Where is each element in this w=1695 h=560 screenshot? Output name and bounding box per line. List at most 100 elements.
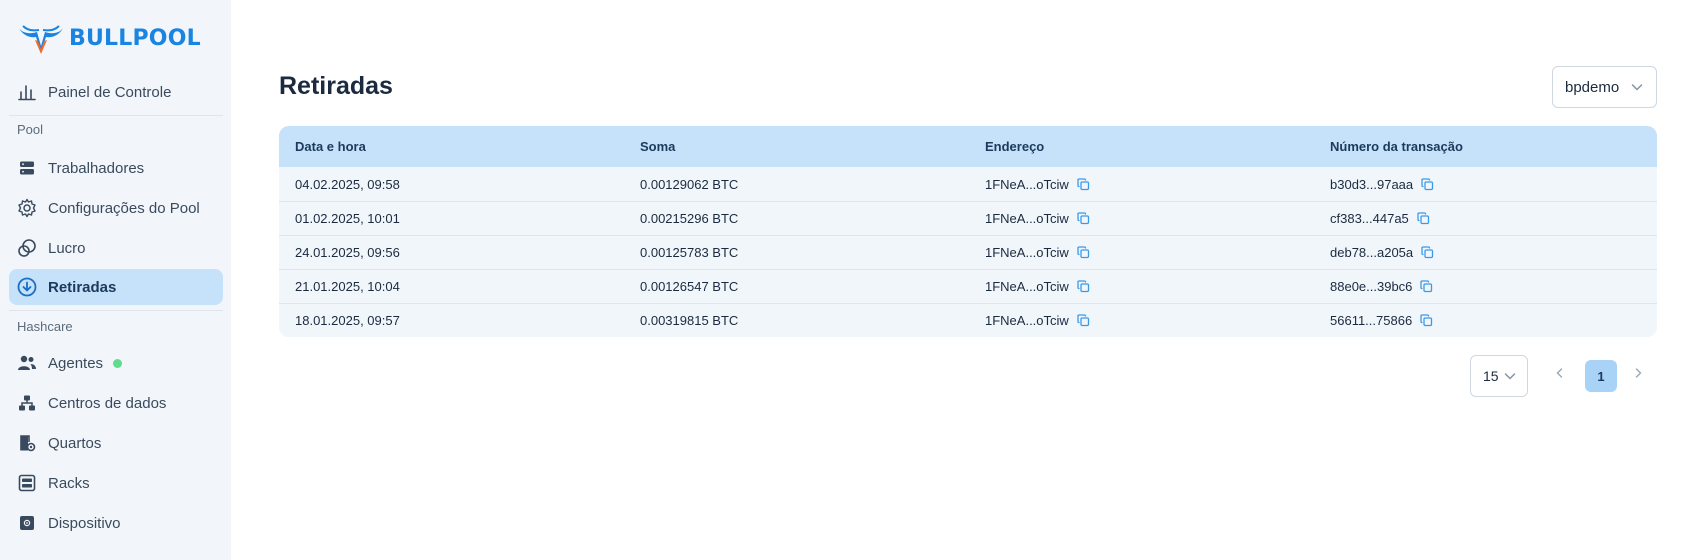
copy-tx-icon[interactable] [1421, 246, 1434, 259]
sidebar-item-label: Agentes [48, 354, 104, 372]
section-label-pool: Pool [17, 122, 44, 137]
table-row: 21.01.2025, 10:04 0.00126547 BTC 1FNeA..… [279, 269, 1657, 303]
cell-address: 1FNeA...oTciw [969, 245, 1314, 260]
table-row: 18.01.2025, 09:57 0.00319815 BTC 1FNeA..… [279, 303, 1657, 337]
cell-amount: 0.00129062 BTC [640, 176, 739, 192]
coins-icon [17, 238, 37, 258]
cell-address: 1FNeA...oTciw [969, 313, 1314, 328]
sidebar-item-datacenters[interactable]: Centros de dados [9, 385, 223, 421]
cell-date: 01.02.2025, 10:01 [295, 211, 400, 226]
sidebar-item-rooms[interactable]: Quartos [9, 425, 223, 461]
tx-text: cf383...447a5 [1330, 211, 1409, 226]
cell-amount: 0.00125783 BTC [640, 245, 739, 260]
copy-address-icon[interactable] [1077, 314, 1090, 327]
copy-address-icon[interactable] [1077, 177, 1090, 191]
table-row: 01.02.2025, 10:01 0.00215296 BTC 1FNeA..… [279, 201, 1657, 235]
sidebar-item-label: Painel de Controle [48, 83, 172, 101]
device-icon [17, 513, 37, 533]
page-title: Retiradas [279, 72, 393, 100]
sidebar-item-dashboard[interactable]: Painel de Controle [9, 74, 223, 110]
page-button-current[interactable]: 1 [1585, 360, 1617, 392]
users-icon [17, 353, 37, 373]
cell-tx: deb78...a205a [1314, 245, 1657, 260]
prev-page-button[interactable] [1554, 366, 1566, 384]
server-icon [17, 158, 37, 178]
copy-address-icon[interactable] [1077, 280, 1090, 293]
cell-amount: 0.00215296 BTC [640, 211, 739, 226]
cell-date: 21.01.2025, 10:04 [295, 279, 400, 294]
address-text: 1FNeA...oTciw [985, 245, 1069, 260]
tx-text: 56611...75866 [1330, 313, 1413, 328]
online-status-dot [113, 358, 123, 368]
chevron-down-icon [1631, 84, 1643, 91]
tx-text: deb78...a205a [1330, 245, 1414, 260]
column-header-tx-number[interactable]: Número da transação [1314, 139, 1657, 154]
sidebar-item-label: Lucro [48, 239, 86, 257]
cell-date: 04.02.2025, 09:58 [295, 176, 400, 192]
rack-icon [17, 473, 37, 493]
copy-address-icon[interactable] [1077, 212, 1090, 225]
copy-tx-icon[interactable] [1417, 212, 1430, 225]
sidebar-item-workers[interactable]: Trabalhadores [9, 150, 223, 186]
sidebar-item-profit[interactable]: Lucro [9, 230, 223, 266]
cell-amount: 0.00126547 BTC [640, 279, 739, 294]
sidebar-item-label: Retiradas [48, 278, 117, 296]
copy-tx-icon[interactable] [1420, 314, 1433, 327]
table-header: Data e hora Soma Endereço Número da tran… [279, 126, 1657, 167]
sidebar-item-label: Dispositivo [48, 514, 121, 532]
room-icon [17, 433, 37, 453]
sidebar-item-pool-settings[interactable]: Configurações do Pool [9, 190, 223, 226]
cell-tx: 88e0e...39bc6 [1314, 279, 1657, 294]
per-page-select[interactable]: 15 [1470, 355, 1528, 397]
copy-address-icon[interactable] [1077, 246, 1090, 259]
table-row: 24.01.2025, 09:56 0.00125783 BTC 1FNeA..… [279, 235, 1657, 269]
column-header-address[interactable]: Endereço [969, 139, 1314, 154]
tx-text: 88e0e...39bc6 [1330, 279, 1413, 294]
sidebar-item-label: Trabalhadores [48, 159, 145, 177]
column-header-date[interactable]: Data e hora [279, 139, 624, 154]
sidebar-item-withdrawals[interactable]: Retiradas [9, 269, 223, 305]
sidebar-item-agents[interactable]: Agentes [9, 345, 223, 381]
cell-tx: cf383...447a5 [1314, 211, 1657, 226]
sidebar-item-label: Quartos [48, 434, 102, 452]
address-text: 1FNeA...oTciw [985, 211, 1069, 226]
address-text: 1FNeA...oTciw [985, 176, 1069, 192]
sidebar-item-racks[interactable]: Racks [9, 465, 223, 501]
sidebar-item-device[interactable]: Dispositivo [9, 505, 223, 541]
section-label-hashcare: Hashcare [17, 319, 73, 334]
withdrawals-table: Data e hora Soma Endereço Número da tran… [279, 126, 1657, 337]
divider [9, 115, 223, 116]
sidebar-item-label: Configurações do Pool [48, 199, 200, 217]
chevron-down-icon [1504, 373, 1516, 380]
bull-logo-icon [19, 25, 63, 54]
per-page-value: 15 [1483, 368, 1499, 384]
bar-chart-icon [17, 82, 37, 102]
hierarchy-icon [17, 393, 37, 413]
cell-address: 1FNeA...oTciw [969, 177, 1314, 192]
cell-date: 18.01.2025, 09:57 [295, 313, 400, 328]
account-selector-value: bpdemo [1565, 78, 1620, 96]
divider [9, 310, 223, 311]
sidebar-item-label: Centros de dados [48, 394, 167, 412]
column-header-amount[interactable]: Soma [624, 139, 969, 154]
chevron-left-icon [1556, 368, 1563, 378]
cell-tx: b30d3...97aaa [1314, 177, 1657, 192]
address-text: 1FNeA...oTciw [985, 279, 1069, 294]
copy-tx-icon[interactable] [1420, 280, 1433, 293]
address-text: 1FNeA...oTciw [985, 313, 1069, 328]
download-circle-icon [17, 277, 37, 297]
sidebar: BULLPOOL Painel de Controle Pool Trabalh… [0, 0, 231, 560]
tx-text: b30d3...97aaa [1330, 176, 1414, 192]
cell-address: 1FNeA...oTciw [969, 211, 1314, 226]
cell-address: 1FNeA...oTciw [969, 279, 1314, 294]
logo[interactable]: BULLPOOL [17, 20, 201, 56]
account-selector[interactable]: bpdemo [1552, 66, 1657, 108]
cell-tx: 56611...75866 [1314, 313, 1657, 328]
copy-tx-icon[interactable] [1421, 177, 1434, 191]
gear-icon [17, 198, 37, 218]
cell-amount: 0.00319815 BTC [640, 313, 739, 328]
table-row: 04.02.2025, 09:58 0.00129062 BTC 1FNeA..… [279, 167, 1657, 201]
cell-date: 24.01.2025, 09:56 [295, 245, 400, 260]
brand-name: BULLPOOL [69, 25, 201, 51]
next-page-button[interactable] [1632, 366, 1644, 384]
